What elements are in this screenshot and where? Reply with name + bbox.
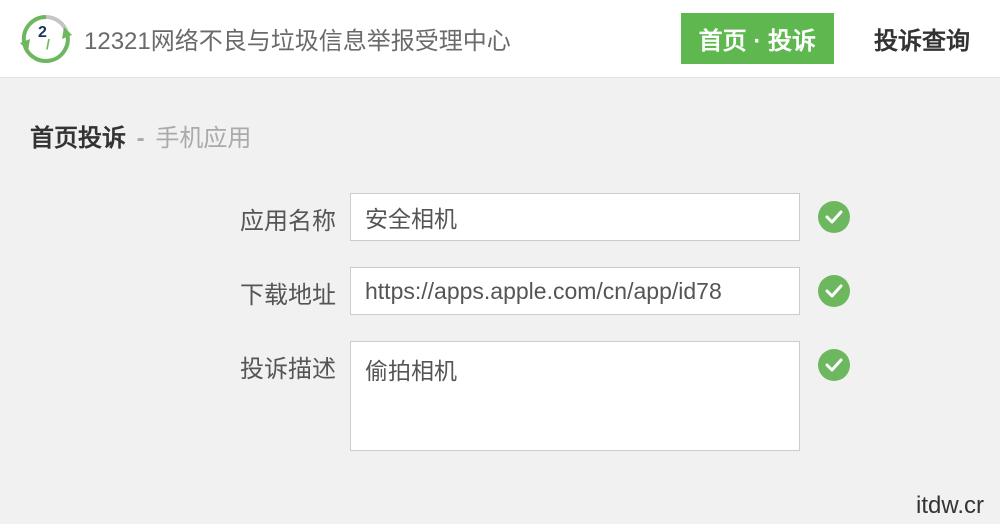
- main-nav: 首页 · 投诉 投诉查询: [681, 13, 970, 64]
- page-header: 2 / 12321网络不良与垃圾信息举报受理中心 首页 · 投诉 投诉查询: [0, 0, 1000, 78]
- site-logo-icon: 2 /: [20, 13, 72, 65]
- nav-complaint-query[interactable]: 投诉查询: [874, 21, 970, 56]
- breadcrumb-sub: 手机应用: [155, 125, 251, 152]
- download-url-input[interactable]: [350, 267, 800, 315]
- form-row-complaint-desc: 投诉描述: [240, 341, 970, 451]
- complaint-desc-label: 投诉描述: [240, 341, 350, 384]
- complaint-form: 应用名称 下载地址 投诉描述: [240, 193, 970, 451]
- download-url-label: 下载地址: [240, 267, 350, 310]
- complaint-desc-textarea[interactable]: [350, 341, 800, 451]
- form-row-app-name: 应用名称: [240, 193, 970, 241]
- check-icon: [818, 201, 850, 233]
- watermark: itdw.cr: [916, 492, 984, 520]
- check-icon: [818, 349, 850, 381]
- page-content: 首页投诉 - 手机应用 应用名称 下载地址 投诉描述: [0, 78, 1000, 451]
- app-name-input[interactable]: [350, 193, 800, 241]
- svg-text:/: /: [46, 36, 50, 52]
- nav-home-complaint[interactable]: 首页 · 投诉: [681, 13, 834, 64]
- breadcrumb: 首页投诉 - 手机应用: [30, 118, 970, 153]
- check-icon: [818, 275, 850, 307]
- breadcrumb-separator: -: [137, 125, 145, 152]
- breadcrumb-main: 首页投诉: [30, 125, 126, 152]
- form-row-download-url: 下载地址: [240, 267, 970, 315]
- site-title: 12321网络不良与垃圾信息举报受理中心: [84, 21, 681, 56]
- app-name-label: 应用名称: [240, 193, 350, 236]
